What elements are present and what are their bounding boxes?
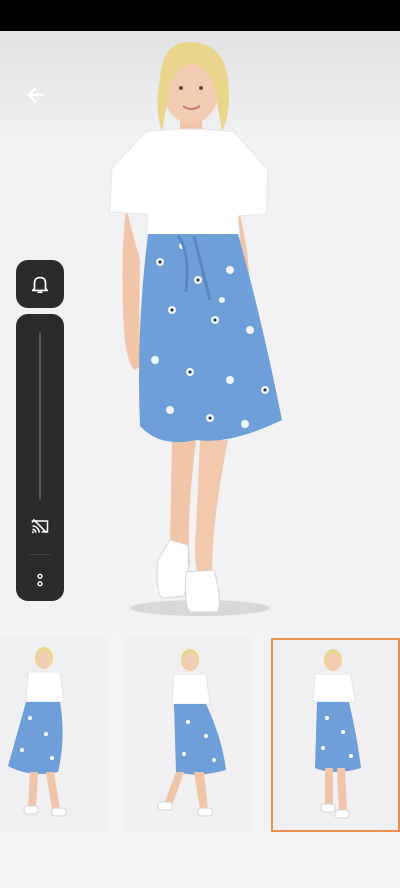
thumbnail-strip [0,638,400,832]
ringer-mode-button[interactable] [16,260,64,308]
volume-panel [16,314,64,601]
arrow-left-icon [27,87,45,103]
bottom-area [0,832,400,888]
thumbnail-3-image [273,640,398,830]
thumbnail-1-image [0,638,108,832]
panel-divider [30,554,50,555]
volume-slider[interactable] [39,332,41,500]
product-image-screen [0,0,400,888]
cast-off-icon [31,518,49,534]
status-bar [0,0,400,31]
more-vertical-icon [37,573,43,587]
thumbnail-2-image [126,638,254,832]
more-options-button[interactable] [28,568,52,592]
thumbnail-2[interactable] [126,638,254,832]
thumbnail-1[interactable] [0,638,108,832]
back-button[interactable] [20,79,52,111]
cast-button[interactable] [28,514,52,538]
thumbnail-3-selected[interactable] [271,638,400,832]
bell-icon [31,276,49,294]
